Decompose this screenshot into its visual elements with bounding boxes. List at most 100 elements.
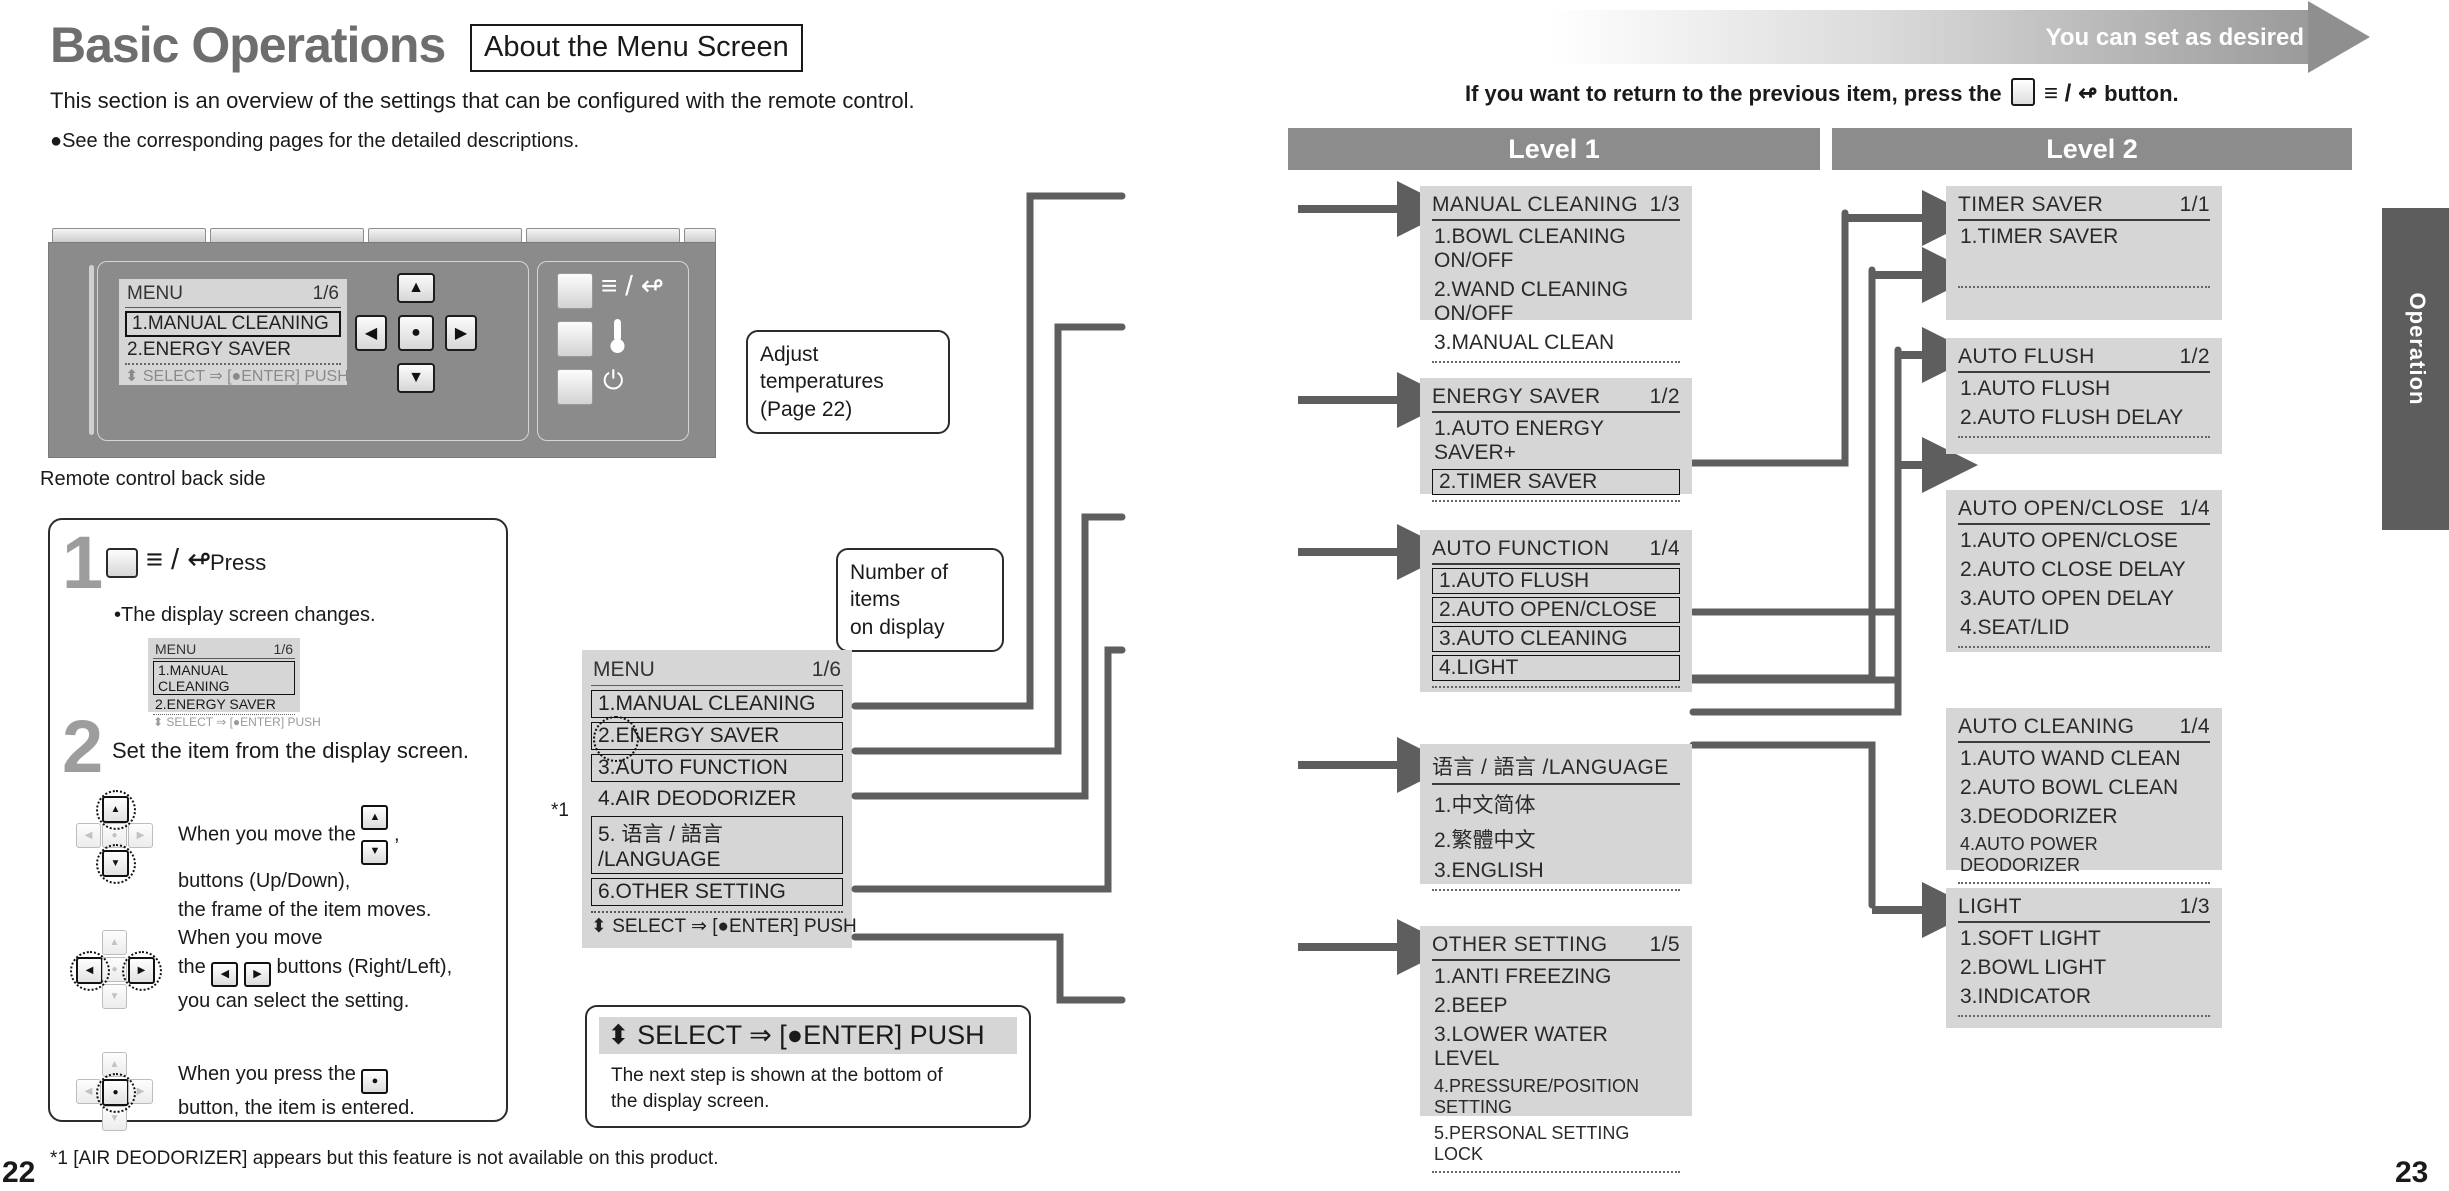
l2-b2-item2[interactable]: 3.AUTO OPEN DELAY (1946, 586, 2222, 612)
menu-item-3[interactable]: 3.AUTO FUNCTION (591, 754, 843, 782)
step2-row3-line2: button, the item is entered. (178, 1097, 415, 1120)
remote-left-button[interactable]: ◀ (355, 315, 387, 351)
inline-down-key-icon: ▼ (361, 839, 389, 865)
l1-b3-title: 语言 / 語言 /LANGUAGE (1432, 756, 1669, 779)
select-hint-note-line2: the display screen. (611, 1090, 770, 1112)
page-number-left: 22 (2, 1156, 36, 1189)
l2-b1-title: AUTO FLUSH (1958, 345, 2095, 368)
l2-b2-item0[interactable]: 1.AUTO OPEN/CLOSE (1946, 528, 2222, 554)
level2-box-auto-cleaning: AUTO CLEANING 1/4 1.AUTO WAND CLEAN 2.AUT… (1946, 708, 2222, 884)
remote-body: MENU 1/6 1.MANUAL CLEANING 2.ENERGY SAVE… (48, 242, 716, 458)
lcd-title: MENU (127, 283, 183, 304)
l2-b3-item3[interactable]: 4.AUTO POWER DEODORIZER (1946, 833, 2222, 877)
l1-b4-item4[interactable]: 5.PERSONAL SETTING LOCK (1420, 1122, 1692, 1166)
lcd-footer-hint: ⬍ SELECT ⇒ [●ENTER] PUSH (125, 368, 349, 385)
l2-b0-item0[interactable]: 1.TIMER SAVER (1946, 224, 2222, 250)
l1-b4-item2[interactable]: 3.LOWER WATER LEVEL (1420, 1022, 1692, 1072)
banner-arrow-icon (2308, 1, 2370, 73)
step-2-row-1-text: When you move the ▲ ▼ , buttons (Up/Down… (178, 796, 492, 925)
l2-b4-item2[interactable]: 3.INDICATOR (1946, 984, 2222, 1010)
l2-b2-item3[interactable]: 4.SEAT/LID (1946, 615, 2222, 641)
side-tab-operation: Operation (2382, 208, 2449, 530)
l1-b2-item2[interactable]: 3.AUTO CLEANING (1432, 626, 1680, 652)
menu-item-4[interactable]: 4.AIR DEODORIZER (591, 786, 843, 812)
l1-b4-item1[interactable]: 2.BEEP (1420, 993, 1692, 1019)
select-hint-highlight: ⬍ SELECT ⇒ [●ENTER] PUSH (599, 1017, 1017, 1054)
step2-row2-the: the (178, 956, 206, 978)
lcd-item-2: 2.ENERGY SAVER (127, 339, 292, 360)
step-1-label: Press (210, 550, 267, 575)
l1-b4-item3[interactable]: 4.PRESSURE/POSITION SETTING (1420, 1075, 1692, 1119)
menu-page-count-highlight-ring (593, 716, 639, 762)
l1-b0-page: 1/3 (1649, 193, 1680, 216)
l1-b1-item0[interactable]: 1.AUTO ENERGY SAVER+ (1420, 416, 1692, 466)
level1-box-manual-cleaning: MANUAL CLEANING 1/3 1.BOWL CLEANING ON/OF… (1420, 186, 1692, 363)
intro-bullet-text: ●See the corresponding pages for the det… (50, 130, 580, 152)
l1-b0-item0[interactable]: 1.BOWL CLEANING ON/OFF (1420, 224, 1692, 274)
l2-b3-item2[interactable]: 3.DEODORIZER (1946, 804, 2222, 830)
level2-box-auto-open-close: AUTO OPEN/CLOSE 1/4 1.AUTO OPEN/CLOSE 2.A… (1946, 490, 2222, 652)
remote-up-button[interactable]: ▲ (397, 273, 435, 303)
l2-b2-item1[interactable]: 2.AUTO CLOSE DELAY (1946, 557, 2222, 583)
callout-temp-line2: (Page 22) (760, 397, 853, 421)
menu-screen-title: MENU (593, 658, 655, 681)
l1-b2-item1[interactable]: 2.AUTO OPEN/CLOSE (1432, 597, 1680, 623)
l2-b4-item0[interactable]: 1.SOFT LIGHT (1946, 926, 2222, 952)
menu-footnote-marker: *1 (551, 800, 569, 821)
dpad-up-key-icon-2: ▲ (102, 930, 127, 955)
banner-text: You can set as desired (2045, 24, 2304, 51)
menu-screen: MENU 1/6 1.MANUAL CLEANING 2.ENERGY SAVE… (582, 650, 857, 948)
menu-item-1[interactable]: 1.MANUAL CLEANING (591, 690, 843, 718)
l2-b1-item1[interactable]: 2.AUTO FLUSH DELAY (1946, 405, 2222, 431)
l1-b2-item0[interactable]: 1.AUTO FLUSH (1432, 568, 1680, 594)
l1-b3-item2[interactable]: 3.ENGLISH (1420, 858, 1692, 884)
level2-box-auto-flush: AUTO FLUSH 1/2 1.AUTO FLUSH 2.AUTO FLUSH … (1946, 338, 2222, 454)
l1-b3-item1[interactable]: 2.繁體中文 (1420, 823, 1692, 855)
lcd-selected-item: 1.MANUAL CLEANING (125, 311, 341, 337)
l2-b3-item0[interactable]: 1.AUTO WAND CLEAN (1946, 746, 2222, 772)
step1-menu-glyph-icon: ≡ / ↫ (146, 544, 212, 576)
remote-enter-button[interactable]: ● (398, 315, 434, 351)
step1-mini-lcd: MENU 1/6 1.MANUAL CLEANING 2.ENERGY SAVE… (148, 638, 321, 729)
l1-b0-item2[interactable]: 3.MANUAL CLEAN (1420, 330, 1692, 356)
level1-box-other-setting: OTHER SETTING 1/5 1.ANTI FREEZING 2.BEEP … (1420, 926, 1692, 1173)
remote-down-button[interactable]: ▼ (397, 363, 435, 393)
l2-b1-item0[interactable]: 1.AUTO FLUSH (1946, 376, 2222, 402)
remote-right-button[interactable]: ▶ (445, 315, 477, 351)
inline-up-key-icon: ▲ (361, 805, 389, 831)
step2-row1-line1: When you move the (178, 823, 356, 846)
remote-power-button[interactable] (557, 369, 593, 405)
step2-row1-line3: the frame of the item moves. (178, 898, 432, 921)
l1-b3-item0[interactable]: 1.中文简体 (1420, 788, 1692, 820)
l1-b4-page: 1/5 (1649, 933, 1680, 956)
callout-number-of-items: Number of items on display (836, 548, 1004, 652)
page-subtitle-badge: About the Menu Screen (470, 24, 803, 72)
l1-b0-item1[interactable]: 2.WAND CLEANING ON/OFF (1420, 277, 1692, 327)
level-2-header: Level 2 (1832, 128, 2352, 170)
l1-b0-title: MANUAL CLEANING (1432, 193, 1638, 216)
l1-b4-item0[interactable]: 1.ANTI FREEZING (1420, 964, 1692, 990)
step1-lcd-footer: ⬍ SELECT ⇒ [●ENTER] PUSH (153, 715, 321, 729)
l2-b2-title: AUTO OPEN/CLOSE (1958, 497, 2165, 520)
step1-lcd-item2: 2.ENERGY SAVER (155, 696, 276, 712)
menu-item-6[interactable]: 6.OTHER SETTING (591, 878, 843, 906)
thermometer-icon (610, 319, 625, 353)
menu-item-5[interactable]: 5. 语言 / 語言 /LANGUAGE (591, 816, 843, 874)
l2-b2-page: 1/4 (2179, 497, 2210, 520)
l1-b4-title: OTHER SETTING (1432, 933, 1608, 956)
remote-menu-button[interactable] (557, 273, 593, 309)
remote-lcd-screen: MENU 1/6 1.MANUAL CLEANING 2.ENERGY SAVE… (119, 279, 349, 385)
return-text-after: button. (2104, 81, 2179, 106)
remote-control-illustration: MENU 1/6 1.MANUAL CLEANING 2.ENERGY SAVE… (48, 228, 716, 458)
l2-b3-title: AUTO CLEANING (1958, 715, 2135, 738)
l2-b0-page: 1/1 (2179, 193, 2210, 216)
l1-b1-item1[interactable]: 2.TIMER SAVER (1432, 469, 1680, 495)
return-instruction: If you want to return to the previous it… (1465, 78, 2179, 108)
remote-temperature-button[interactable] (557, 321, 593, 357)
level1-box-energy-saver: ENERGY SAVER 1/2 1.AUTO ENERGY SAVER+ 2.T… (1420, 378, 1692, 502)
l1-b2-item3[interactable]: 4.LIGHT (1432, 655, 1680, 681)
l2-b3-item1[interactable]: 2.AUTO BOWL CLEAN (1946, 775, 2222, 801)
menu-back-icon: ≡ / ↫ (601, 270, 665, 301)
side-tab-label: Operation (2405, 292, 2430, 406)
l2-b4-item1[interactable]: 2.BOWL LIGHT (1946, 955, 2222, 981)
